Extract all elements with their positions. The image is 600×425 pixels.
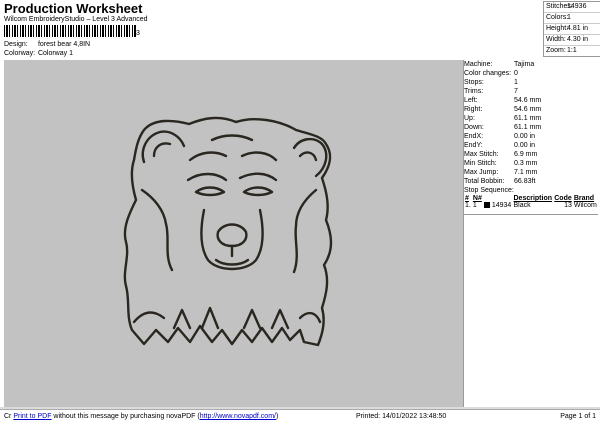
design-label: Design:	[4, 41, 28, 48]
machine-row: Max Stitch: 6.9 mm	[464, 151, 538, 158]
stop-sequence-label: Stop Sequence:	[464, 187, 514, 194]
stats-row: Zoom:1:1	[546, 47, 577, 54]
design-row: Design: forest bear 4,8IN	[4, 41, 90, 48]
machine-row: EndX: 0.00 in	[464, 133, 536, 140]
colorway-row: Colorway: Colorway 1	[4, 50, 73, 57]
stats-row: Width:4.30 in	[544, 35, 600, 46]
machine-row: Min Stitch: 0.3 mm	[464, 160, 538, 167]
machine-row: Up: 61.1 mm	[464, 115, 542, 122]
barcode	[4, 25, 136, 37]
footer: Cr Print to PDF without this message by …	[0, 409, 600, 425]
machine-row: Left: 54.6 mm	[464, 97, 542, 104]
print-to-pdf-link[interactable]: Print to PDF	[13, 413, 51, 420]
color-swatch	[483, 202, 490, 209]
machine-row: EndY: 0.00 in	[464, 142, 536, 149]
footer-text-close: )	[275, 413, 279, 420]
colorway-value: Colorway 1	[37, 50, 73, 57]
stats-row: Stitches:14936	[544, 2, 600, 13]
table-header-row: # N# Description Code Brand	[465, 195, 595, 202]
novapdf-link[interactable]: http://www.novapdf.com/	[200, 413, 276, 420]
machine-row: Right: 54.6 mm	[464, 106, 542, 113]
machine-row: Machine: Tajima	[464, 61, 535, 68]
stats-row: Height:4.81 in	[544, 24, 600, 35]
stats-row: Colors:1	[544, 13, 600, 24]
machine-row: Trims: 7	[464, 88, 518, 95]
machine-row: Color changes: 0	[464, 70, 518, 77]
table-row: 1. 1 14934 Black 13 Wilcom	[465, 202, 597, 209]
machine-info: Machine: Tajima Color changes: 0 Stops: 1 T…	[464, 60, 598, 209]
design-value: forest bear 4,8IN	[37, 41, 91, 48]
divider-h	[464, 214, 598, 215]
machine-row: Down: 61.1 mm	[464, 124, 542, 131]
design-preview	[4, 60, 463, 407]
bear-embroidery-image	[123, 116, 333, 347]
footer-text: without this message by purchasing novaP…	[53, 413, 200, 420]
colorway-label: Colorway:	[4, 50, 36, 57]
printed-timestamp: Printed: 14/01/2022 13:48:50	[356, 413, 447, 420]
barcode-suffix: 3	[136, 30, 140, 37]
machine-row: Total Bobbin: 66.83ft	[464, 178, 536, 185]
software-subtitle: Wilcom EmbroideryStudio – Level 3 Advanc…	[4, 16, 148, 23]
footer-prefix: Cr	[4, 413, 12, 420]
page-title: Production Worksheet	[4, 1, 143, 16]
stop-sequence-table: # N# Description Code Brand 1. 1 14934 B…	[464, 195, 598, 209]
page-number: Page 1 of 1	[560, 413, 596, 420]
machine-row: Stops: 1	[464, 79, 518, 86]
machine-row: Max Jump: 7.1 mm	[464, 169, 538, 176]
stats-box: Stitches:14936 Colors:1 Height:4.81 in W…	[543, 1, 600, 57]
